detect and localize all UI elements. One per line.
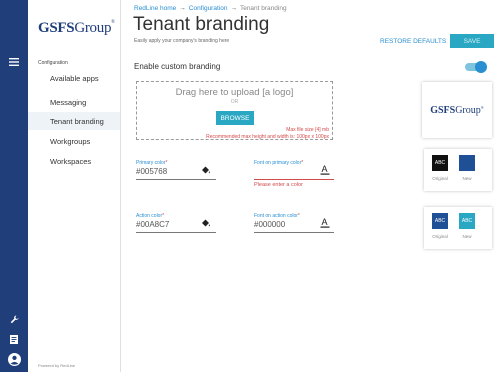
logo-dropzone[interactable]: Drag here to upload [a logo] OR BROWSE M…	[136, 81, 333, 140]
nav-item-workgroups[interactable]: Workgroups	[28, 132, 120, 150]
paint-bucket-icon[interactable]	[201, 165, 211, 177]
action-original-label: Original	[432, 234, 448, 239]
nav-item-messaging[interactable]: Messaging	[28, 93, 120, 111]
document-icon[interactable]	[0, 332, 28, 346]
paint-bucket-icon[interactable]	[201, 218, 211, 230]
breadcrumb-current: Tenant branding	[239, 5, 287, 12]
dropzone-or: OR	[230, 99, 239, 105]
nav-item-tenant-branding[interactable]: Tenant branding	[28, 112, 120, 130]
text-color-icon[interactable]: A	[320, 164, 330, 177]
action-color-input[interactable]: #00A8C7	[136, 220, 169, 229]
primary-original-label: Original	[432, 176, 448, 181]
font-on-primary-label: Font on primary color*	[254, 160, 304, 166]
svg-text:A: A	[322, 217, 328, 227]
action-color-underline	[136, 232, 216, 233]
breadcrumb-home[interactable]: RedLine home	[134, 5, 176, 12]
app-rail	[0, 0, 28, 372]
font-on-action-label: Font on action color*	[254, 213, 300, 219]
recommended-size-note: Recommended max height and width is: 100…	[206, 134, 329, 140]
action-new-label: New	[462, 234, 472, 239]
font-on-primary-error: Please enter a color	[254, 182, 303, 188]
restore-defaults-button[interactable]: RESTORE DEFAULTS	[380, 36, 446, 46]
text-color-icon[interactable]: A	[320, 217, 330, 230]
action-original-swatch: ABC	[432, 213, 448, 229]
save-button[interactable]: SAVE	[450, 34, 494, 48]
action-color-label: Action color*	[136, 213, 165, 219]
max-file-size-note: Max file size [4] mb	[286, 127, 329, 133]
user-icon[interactable]	[0, 350, 28, 368]
svg-text:A: A	[322, 164, 328, 174]
action-preview-card: ABC ABC Original New	[424, 207, 492, 249]
logo-preview: GSFSGroup®	[430, 104, 484, 116]
logo-preview-card: GSFSGroup®	[422, 82, 492, 138]
primary-new-swatch	[459, 155, 475, 171]
action-new-swatch: ABC	[459, 213, 475, 229]
nav-item-available-apps[interactable]: Available apps	[28, 69, 120, 87]
dropzone-text: Drag here to upload [a logo]	[175, 87, 294, 98]
breadcrumb-configuration[interactable]: Configuration	[189, 5, 228, 12]
font-on-primary-underline	[254, 179, 334, 180]
primary-new-label: New	[462, 176, 472, 181]
breadcrumb-arrow-icon: →	[179, 5, 186, 12]
font-on-action-underline	[254, 232, 334, 233]
browse-button[interactable]: BROWSE	[216, 111, 254, 125]
nav-item-workspaces[interactable]: Workspaces	[28, 152, 120, 170]
primary-original-swatch: ABC	[432, 155, 448, 171]
wrench-icon[interactable]	[0, 312, 28, 326]
primary-preview-card: ABC Original New	[424, 149, 492, 191]
nav-section-title: Configuration	[38, 60, 68, 66]
breadcrumb-arrow-icon: →	[230, 5, 237, 12]
enable-branding-toggle[interactable]	[465, 61, 487, 73]
page-subtitle: Easily apply your company's branding her…	[134, 38, 230, 44]
powered-by: Powered by RedLine	[38, 363, 76, 368]
primary-color-underline	[136, 179, 216, 180]
enable-branding-label: Enable custom branding	[134, 62, 221, 71]
primary-color-input[interactable]: #005768	[136, 167, 167, 176]
toggle-knob	[475, 61, 487, 73]
menu-icon[interactable]	[0, 54, 28, 70]
company-logo: GSFSGroup®	[38, 20, 115, 36]
primary-color-label: Primary color*	[136, 160, 168, 166]
side-nav: GSFSGroup® Configuration Available apps …	[28, 0, 121, 372]
font-on-action-input[interactable]: #000000	[254, 220, 285, 229]
page-title: Tenant branding	[133, 14, 270, 35]
breadcrumb: RedLine home → Configuration → Tenant br…	[134, 5, 287, 12]
